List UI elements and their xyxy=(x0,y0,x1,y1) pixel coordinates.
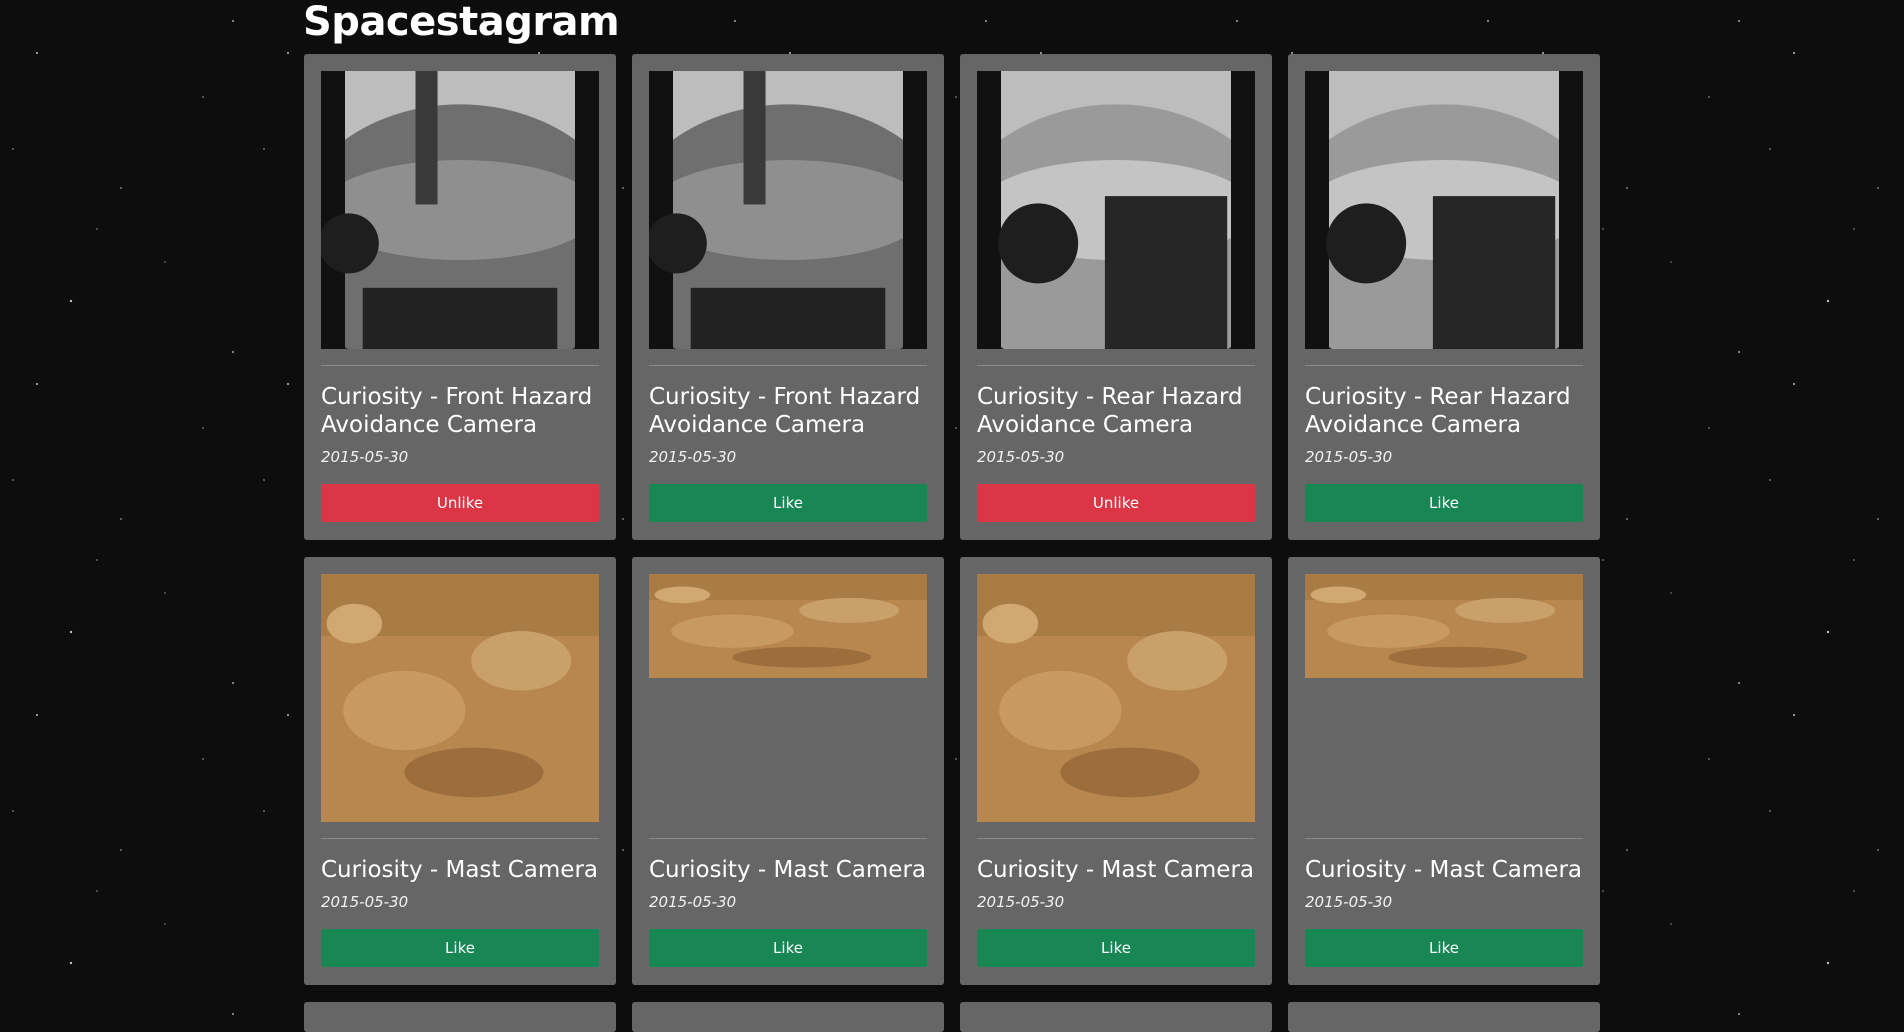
photo-date: 2015-05-30 xyxy=(321,893,409,911)
photo-card: Curiosity - Mast Camera 2015-05-30 Like xyxy=(1288,557,1600,985)
mars-photo xyxy=(977,574,1255,822)
mars-photo xyxy=(977,71,1255,349)
divider xyxy=(649,838,927,839)
divider xyxy=(649,365,927,366)
photo-date: 2015-05-30 xyxy=(649,893,737,911)
divider xyxy=(321,838,599,839)
divider xyxy=(977,838,1255,839)
photo-frame xyxy=(977,71,1255,349)
camera-name: Curiosity - Mast Camera xyxy=(977,857,1254,883)
photo-date: 2015-05-30 xyxy=(1305,448,1393,466)
mars-photo xyxy=(649,71,927,349)
like-button[interactable]: Like xyxy=(977,929,1255,967)
divider xyxy=(321,365,599,366)
like-button[interactable]: Like xyxy=(649,484,927,522)
divider xyxy=(977,365,1255,366)
page-title: Spacestagram xyxy=(303,0,620,45)
divider xyxy=(1305,838,1583,839)
mars-photo xyxy=(321,574,599,822)
photo-date: 2015-05-30 xyxy=(649,448,737,466)
photo-card xyxy=(304,1002,616,1032)
photo-frame xyxy=(977,574,1255,822)
like-button[interactable]: Like xyxy=(1305,929,1583,967)
photo-date: 2015-05-30 xyxy=(321,448,409,466)
photo-frame xyxy=(321,71,599,349)
photo-card xyxy=(1288,1002,1600,1032)
camera-name: Curiosity - Front Hazard Avoidance Camer… xyxy=(321,384,593,438)
photo-date: 2015-05-30 xyxy=(1305,893,1393,911)
photo-card: Curiosity - Mast Camera 2015-05-30 Like xyxy=(304,557,616,985)
photo-card: Curiosity - Mast Camera 2015-05-30 Like xyxy=(960,557,1272,985)
photo-card: Curiosity - Front Hazard Avoidance Camer… xyxy=(304,54,616,540)
like-button[interactable]: Like xyxy=(321,929,599,967)
photo-frame xyxy=(649,574,927,822)
like-button[interactable]: Like xyxy=(1305,484,1583,522)
photo-card: Curiosity - Rear Hazard Avoidance Camera… xyxy=(960,54,1272,540)
like-button[interactable]: Like xyxy=(649,929,927,967)
divider xyxy=(1305,365,1583,366)
photo-frame xyxy=(649,71,927,349)
mars-photo xyxy=(1305,574,1583,678)
photo-card xyxy=(960,1002,1272,1032)
photo-card: Curiosity - Mast Camera 2015-05-30 Like xyxy=(632,557,944,985)
camera-name: Curiosity - Mast Camera xyxy=(649,857,926,883)
camera-name: Curiosity - Rear Hazard Avoidance Camera xyxy=(977,384,1243,438)
mars-photo xyxy=(1305,71,1583,349)
photo-frame xyxy=(321,574,599,822)
camera-name: Curiosity - Mast Camera xyxy=(1305,857,1582,883)
photo-date: 2015-05-30 xyxy=(977,448,1065,466)
mars-photo xyxy=(321,71,599,349)
photo-card: Curiosity - Rear Hazard Avoidance Camera… xyxy=(1288,54,1600,540)
mars-photo xyxy=(649,574,927,678)
photo-frame xyxy=(1305,574,1583,822)
unlike-button[interactable]: Unlike xyxy=(977,484,1255,522)
camera-name: Curiosity - Rear Hazard Avoidance Camera xyxy=(1305,384,1571,438)
photo-card xyxy=(632,1002,944,1032)
photo-card: Curiosity - Front Hazard Avoidance Camer… xyxy=(632,54,944,540)
unlike-button[interactable]: Unlike xyxy=(321,484,599,522)
photo-date: 2015-05-30 xyxy=(977,893,1065,911)
photo-frame xyxy=(1305,71,1583,349)
camera-name: Curiosity - Front Hazard Avoidance Camer… xyxy=(649,384,921,438)
camera-name: Curiosity - Mast Camera xyxy=(321,857,598,883)
photo-grid: Curiosity - Front Hazard Avoidance Camer… xyxy=(304,54,1600,1032)
